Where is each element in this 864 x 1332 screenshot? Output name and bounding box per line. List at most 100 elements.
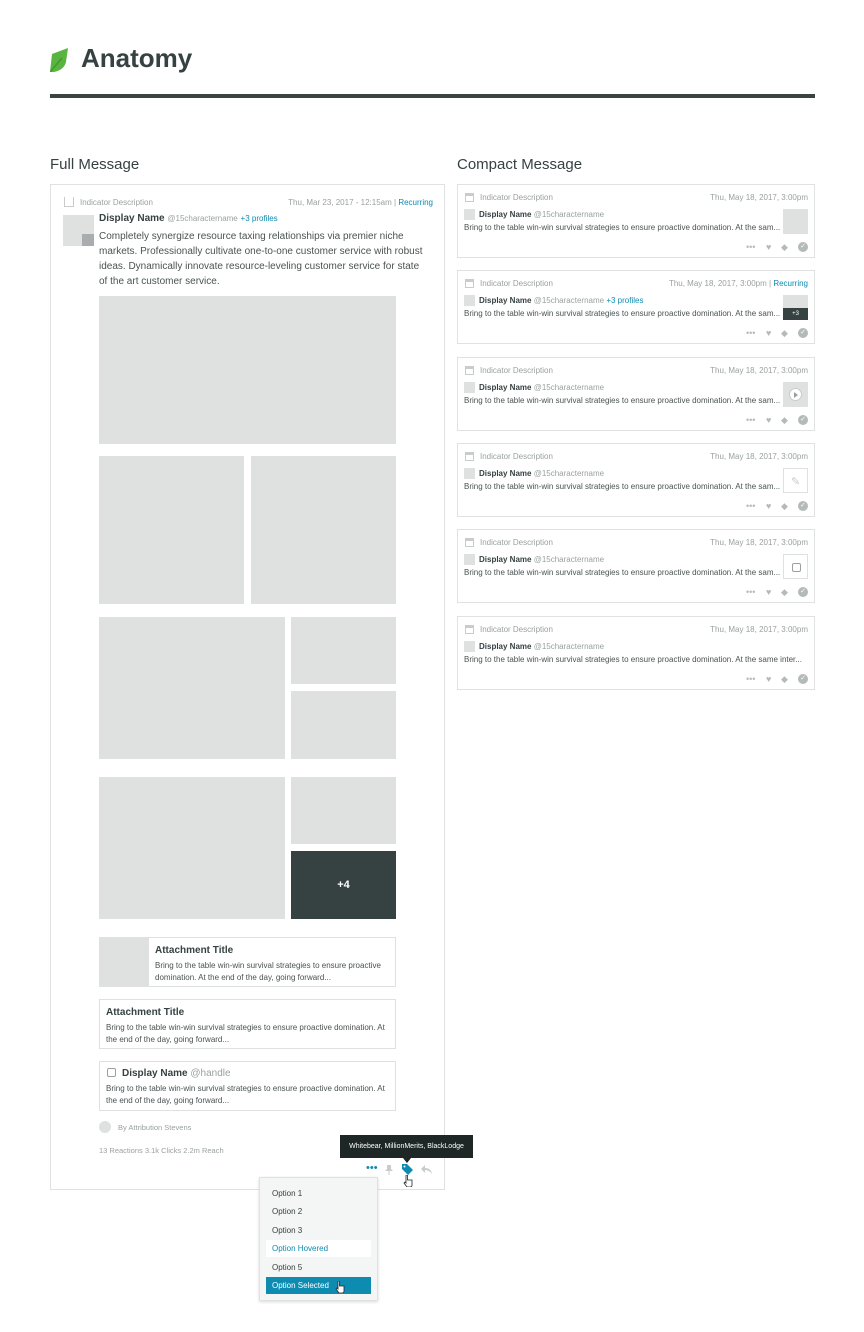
video-thumbnail[interactable]: [783, 382, 808, 407]
tag-icon[interactable]: ◆: [781, 674, 788, 684]
dropdown-option-1[interactable]: Option 1: [266, 1185, 371, 1202]
pin-icon[interactable]: [385, 1165, 393, 1175]
play-icon: [789, 388, 802, 401]
profiles-link[interactable]: +3 profiles: [241, 214, 278, 223]
display-name[interactable]: Display Name: [99, 213, 165, 224]
tag-icon[interactable]: ◆: [781, 501, 788, 511]
image-thumbnail[interactable]: [783, 209, 808, 234]
tag-icon[interactable]: ◆: [781, 242, 788, 252]
indicator-description: Indicator Description: [480, 452, 553, 461]
more-icon[interactable]: •••: [746, 242, 755, 252]
handle: @15charactername: [533, 210, 605, 219]
heart-icon[interactable]: ♥: [766, 242, 771, 252]
heart-icon[interactable]: ♥: [766, 328, 771, 338]
avatar[interactable]: [464, 468, 475, 479]
image-thumbnail[interactable]: +3: [783, 295, 808, 320]
message-body: Bring to the table win-win survival stra…: [464, 223, 780, 232]
more-icon[interactable]: •••: [746, 674, 755, 684]
avatar[interactable]: [464, 554, 475, 565]
compact-message-card[interactable]: Indicator Description Thu, May 18, 2017,…: [457, 529, 815, 603]
more-icon[interactable]: •••: [746, 501, 755, 511]
attachment-title: Attachment Title: [106, 1007, 185, 1018]
tag-icon[interactable]: ◆: [781, 415, 788, 425]
display-name[interactable]: Display Name: [479, 642, 531, 651]
compact-message-card[interactable]: Indicator Description Thu, May 18, 2017,…: [457, 443, 815, 517]
recurring-link[interactable]: Recurring: [773, 279, 808, 288]
avatar[interactable]: [63, 215, 94, 246]
action-bar: ••• ♥ ◆ ✓: [738, 415, 808, 425]
display-name[interactable]: Display Name: [479, 383, 531, 392]
dropdown-option-2[interactable]: Option 2: [266, 1203, 371, 1220]
image-pair-right[interactable]: [251, 456, 396, 604]
indicator-description: Indicator Description: [480, 625, 553, 634]
heart-icon[interactable]: ♥: [766, 415, 771, 425]
action-bar: ••• ♥ ◆ ✓: [738, 587, 808, 597]
page-header: Anatomy: [50, 40, 815, 98]
quoted-author: Display Name @handle: [122, 1068, 231, 1079]
attachment-thumbnail[interactable]: ✎: [783, 468, 808, 493]
avatar[interactable]: [464, 641, 475, 652]
action-bar: ••• ♥ ◆ ✓: [738, 328, 808, 338]
author-line: Display Name @15charactername: [479, 642, 604, 651]
check-icon[interactable]: ✓: [798, 501, 808, 511]
quoted-message-card[interactable]: Display Name @handle Bring to the table …: [99, 1061, 396, 1111]
dropdown-option-hovered[interactable]: Option Hovered: [266, 1240, 371, 1257]
indicator-icon: [64, 197, 74, 207]
more-images-overlay[interactable]: +4: [291, 851, 396, 919]
image-pair-left[interactable]: [99, 456, 244, 604]
compact-message-card[interactable]: Indicator Description Thu, May 18, 2017,…: [457, 357, 815, 431]
display-name[interactable]: Display Name: [479, 210, 531, 219]
heart-icon[interactable]: ♥: [766, 674, 771, 684]
dropdown-option-3[interactable]: Option 3: [266, 1222, 371, 1239]
recurring-link[interactable]: Recurring: [398, 198, 433, 207]
quote-thumbnail[interactable]: [783, 554, 808, 579]
image-single[interactable]: [99, 296, 396, 444]
compact-message-card[interactable]: Indicator Description Thu, May 18, 2017,…: [457, 270, 815, 344]
avatar[interactable]: [464, 295, 475, 306]
dropdown-option-5[interactable]: Option 5: [266, 1259, 371, 1276]
display-name[interactable]: Display Name: [479, 296, 531, 305]
indicator-description: Indicator Description: [480, 279, 553, 288]
check-icon[interactable]: ✓: [798, 587, 808, 597]
tag-icon[interactable]: [402, 1164, 413, 1175]
reply-icon[interactable]: [421, 1165, 432, 1174]
compact-message-card[interactable]: Indicator Description Thu, May 18, 2017,…: [457, 184, 815, 258]
dropdown-option-selected[interactable]: Option Selected: [266, 1277, 371, 1294]
check-icon[interactable]: ✓: [798, 415, 808, 425]
tag-icon[interactable]: ◆: [781, 328, 788, 338]
message-body: Bring to the table win-win survival stra…: [464, 655, 802, 664]
attachment-card[interactable]: Attachment Title Bring to the table win-…: [99, 999, 396, 1049]
more-icon[interactable]: •••: [746, 415, 755, 425]
author-line: Display Name @15charactername: [479, 469, 604, 478]
indicator-description: Indicator Description: [80, 198, 153, 207]
more-icon[interactable]: •••: [746, 587, 755, 597]
date-text: Thu, May 18, 2017, 3:00pm |: [668, 279, 772, 288]
image-triple-top[interactable]: [291, 617, 396, 684]
full-message-card[interactable]: Indicator Description Thu, Mar 23, 2017 …: [50, 184, 445, 1190]
calendar-icon: [465, 193, 474, 202]
profiles-link[interactable]: +3 profiles: [606, 296, 643, 305]
display-name[interactable]: Display Name: [479, 555, 531, 564]
display-name[interactable]: Display Name: [479, 469, 531, 478]
image-triple-bottom[interactable]: [291, 691, 396, 759]
attachment-card-thumbnail[interactable]: Attachment Title Bring to the table win-…: [99, 937, 396, 987]
twitter-icon: [792, 563, 801, 572]
image-grid-main[interactable]: [99, 777, 285, 919]
check-icon[interactable]: ✓: [798, 674, 808, 684]
heart-icon[interactable]: ♥: [766, 587, 771, 597]
author-line: Display Name @15charactername: [479, 555, 604, 564]
avatar[interactable]: [464, 209, 475, 220]
more-options-dropdown[interactable]: Option 1 Option 2 Option 3 Option Hovere…: [259, 1177, 378, 1301]
indicator-description: Indicator Description: [480, 366, 553, 375]
more-icon[interactable]: •••: [366, 1162, 378, 1174]
check-icon[interactable]: ✓: [798, 328, 808, 338]
check-icon[interactable]: ✓: [798, 242, 808, 252]
tag-icon[interactable]: ◆: [781, 587, 788, 597]
more-icon[interactable]: •••: [746, 328, 755, 338]
avatar[interactable]: [464, 382, 475, 393]
date-text: Thu, Mar 23, 2017 - 12:15am |: [288, 198, 397, 207]
compact-message-card[interactable]: Indicator Description Thu, May 18, 2017,…: [457, 616, 815, 690]
heart-icon[interactable]: ♥: [766, 501, 771, 511]
image-triple-main[interactable]: [99, 617, 285, 759]
image-grid-top[interactable]: [291, 777, 396, 844]
